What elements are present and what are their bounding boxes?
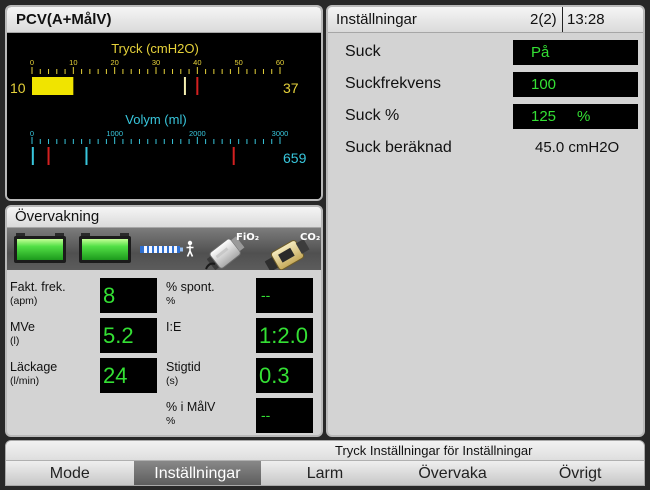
tab-alarms[interactable]: Larm [261,461,389,485]
param-unit-mve: (l) [10,335,20,347]
param-unit-rate: (apm) [10,295,38,307]
clock: 13:28 [562,7,605,32]
setting-label-sigh-percent: Suck % [345,107,400,124]
pressure-tick-label: 10 [69,58,77,67]
pressure-gauge-title: Tryck (cmH2O) [111,41,199,56]
param-label-ie-ratio: I:E [166,320,182,334]
setting-value-sigh-text: På [531,44,550,61]
param-unit-target-volume: % [166,415,176,427]
setting-value-sigh-frequency-text: 100 [531,76,557,93]
volume-tick-label: 0 [30,129,34,138]
volume-gauge: 0 1000 2000 3000 [30,129,288,165]
ventilation-mode-title[interactable]: PCV(A+MålV) [7,7,321,33]
settings-title: Inställningar [336,11,417,28]
fio2-sensor-icon: FiO₂ [205,232,259,270]
help-message: Tryck Inställningar för Inställningar [335,443,533,458]
co2-sensor-icon: CO₂ [264,232,320,270]
message-bar: Tryck Inställningar för Inställningar [6,441,644,461]
pressure-right-value: 37 [283,80,299,96]
volume-tick-label: 1000 [106,129,123,138]
volume-right-value: 659 [283,150,307,166]
setting-value-sigh-frequency[interactable]: 100 [513,72,638,97]
param-label-spont: % spont. [166,280,215,294]
page-indicator: 2(2) [530,11,557,28]
status-icon-bar: FiO₂ CO₂ [7,228,321,270]
footer: Tryck Inställningar för Inställningar Mo… [5,440,645,486]
volume-gauge-title: Volym (ml) [125,112,186,127]
setting-value-sigh-calculated: 45.0 cmH2O [535,139,620,156]
pressure-tick-label: 60 [276,58,284,67]
param-value-target-volume: -- [256,398,313,433]
param-label-rise-time: Stigtid [166,360,201,374]
bar-graphs: Tryck (cmH2O) 10 37 Volym (ml) 659 0 10 20… [7,33,321,199]
param-unit-spont: % [166,295,176,307]
setting-label-sigh-calculated: Suck beräknad [345,139,452,156]
setting-unit-sigh-percent: % [577,108,591,125]
param-value-mve: 5.2 [100,318,157,353]
param-label-target-volume: % i MålV [166,400,216,414]
setting-value-sigh[interactable]: På [513,40,638,65]
setting-label-sigh-frequency: Suckfrekvens [345,75,442,92]
tab-monitoring[interactable]: Övervaka [389,461,517,485]
setting-value-sigh-percent-text: 125 [531,108,557,125]
status-panel: PCV(A+MålV) Tryck (cmH2O) 10 37 Volym (m… [5,5,323,201]
pressure-left-value: 10 [10,80,26,96]
pressure-tick-label: 50 [234,58,242,67]
monitoring-panel: Övervakning FiO₂ CO₂ Fakt. frek. (apm) 8… [5,205,323,437]
param-value-spont: -- [256,278,313,313]
tab-other[interactable]: Övrigt [516,461,644,485]
tab-settings[interactable]: Inställningar [133,461,262,485]
tab-bar: Mode Inställningar Larm Övervaka Övrigt [6,461,644,485]
pressure-fill-bar [32,77,74,95]
param-value-ie-ratio: 1:2.0 [256,318,313,353]
pressure-gauge: 0 10 20 30 40 50 60 [30,58,284,95]
battery-icon [14,233,66,263]
param-label-mve: MVe [10,320,36,334]
settings-header: Inställningar 2(2) 13:28 [328,7,643,33]
tab-mode[interactable]: Mode [6,461,134,485]
fio2-label: FiO₂ [236,232,259,243]
setting-label-sigh: Suck [345,43,381,60]
pressure-tick-label: 40 [193,58,201,67]
volume-tick-label: 2000 [189,129,206,138]
volume-tick-label: 3000 [272,129,289,138]
battery-icon [79,233,131,263]
pressure-tick-label: 0 [30,58,34,67]
monitoring-title: Övervakning [7,207,321,228]
param-value-rise-time: 0.3 [256,358,313,393]
co2-label: CO₂ [300,232,320,243]
param-label-leakage: Läckage [10,360,58,374]
pressure-tick-label: 30 [152,58,160,67]
param-value-rate: 8 [100,278,157,313]
param-value-leakage: 24 [100,358,157,393]
setting-value-sigh-percent[interactable]: 125 % [513,104,638,129]
param-unit-rise-time: (s) [166,375,179,387]
param-unit-leakage: (l/min) [10,375,40,387]
patient-circuit-icon [140,240,194,257]
pressure-tick-label: 20 [110,58,118,67]
param-label-rate: Fakt. frek. [10,280,66,294]
settings-panel: Inställningar 2(2) 13:28 Suck På Suckfre… [326,5,645,437]
